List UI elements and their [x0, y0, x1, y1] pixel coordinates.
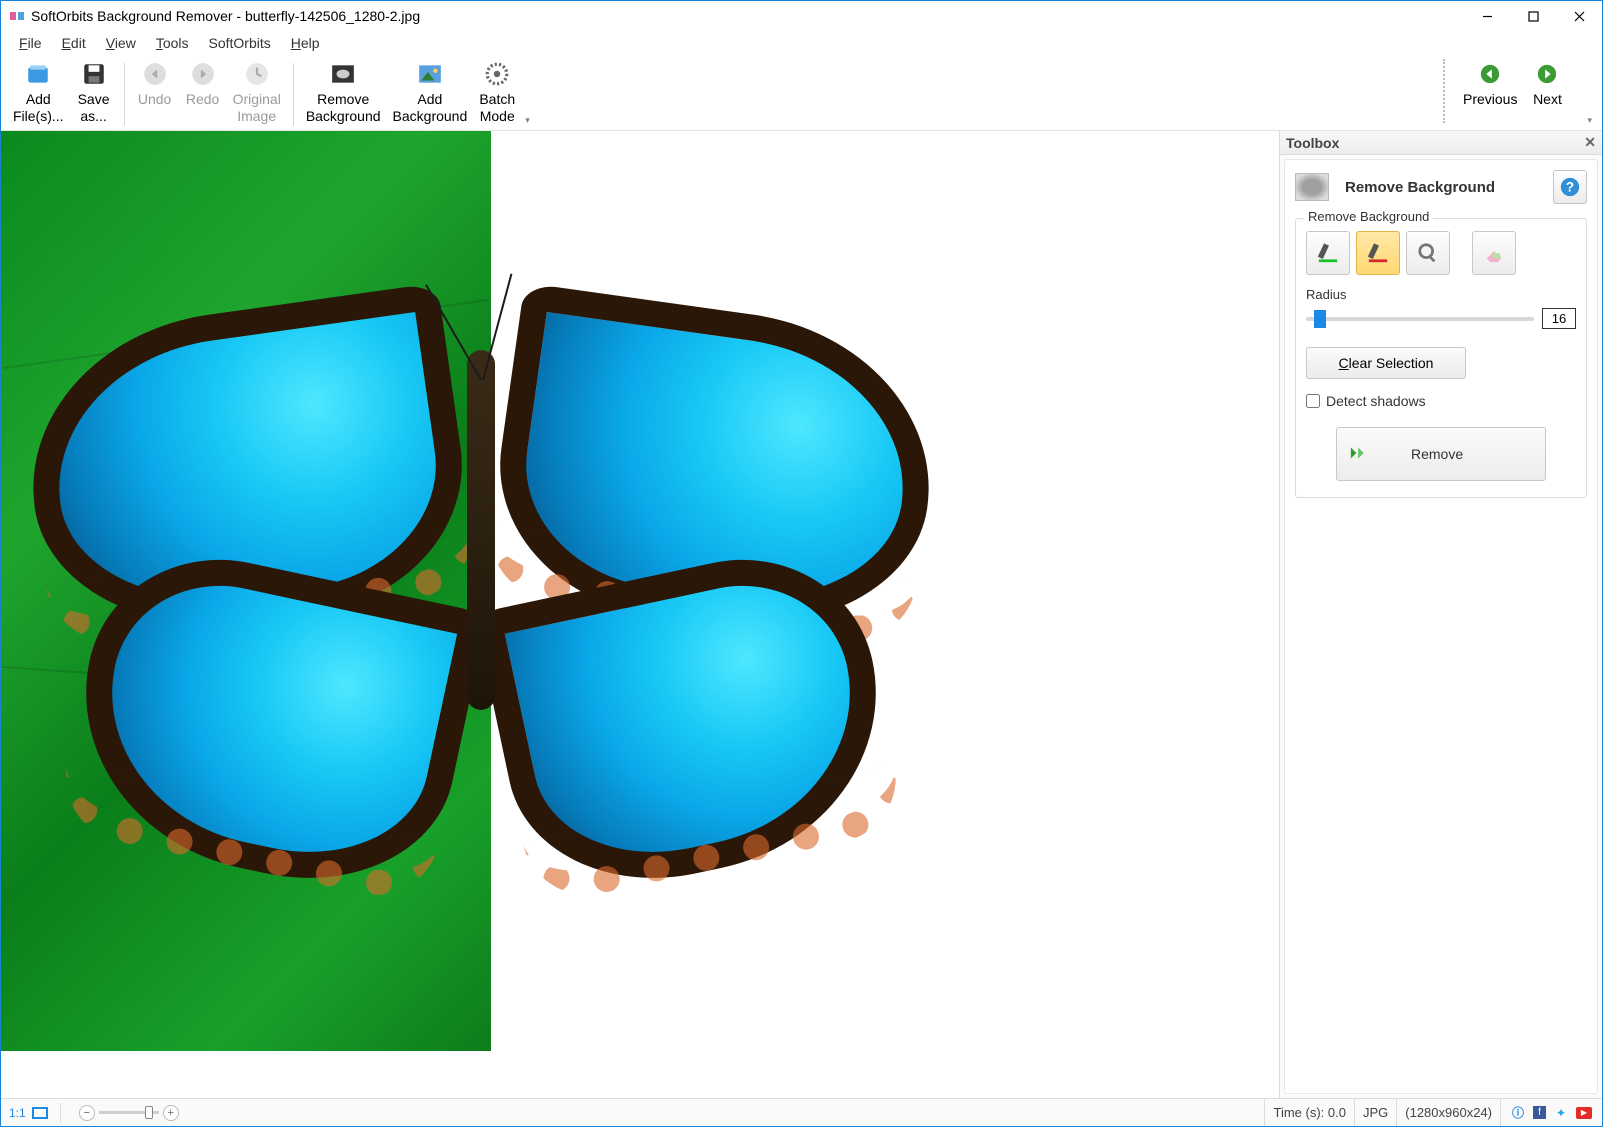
radius-input[interactable] — [1542, 308, 1576, 329]
toolbox-title: Toolbox — [1286, 135, 1339, 151]
next-button[interactable]: Next — [1523, 59, 1571, 110]
info-icon[interactable]: ⓘ — [1511, 1106, 1525, 1120]
facebook-icon[interactable]: f — [1533, 1106, 1546, 1119]
original-image-button[interactable]: Original Image — [227, 59, 287, 127]
fit-screen-icon[interactable] — [32, 1107, 48, 1119]
zoom-slider-thumb[interactable] — [145, 1106, 153, 1119]
save-as-label: Save as... — [78, 91, 110, 125]
menu-tools[interactable]: Tools — [146, 33, 199, 53]
zoom-slider[interactable] — [99, 1111, 159, 1114]
save-as-button[interactable]: Save as... — [70, 59, 118, 127]
add-files-icon — [25, 61, 51, 87]
toolbar-overflow-icon[interactable]: ▾ — [1583, 115, 1596, 126]
close-button[interactable] — [1556, 1, 1602, 31]
remove-background-icon — [330, 61, 356, 87]
main-area: Toolbox ✕ Remove Background ? Remove Bac… — [1, 131, 1602, 1098]
statusbar: 1:1 − + Time (s): 0.0 JPG (1280x960x24) … — [1, 1098, 1602, 1126]
detect-shadows-checkbox[interactable] — [1306, 394, 1320, 408]
next-icon — [1534, 61, 1560, 87]
canvas-area[interactable] — [1, 131, 1279, 1098]
previous-icon — [1477, 61, 1503, 87]
run-icon — [1349, 444, 1371, 465]
maximize-button[interactable] — [1510, 1, 1556, 31]
redo-label: Redo — [186, 91, 219, 108]
marker-green-tool[interactable] — [1306, 231, 1350, 275]
marker-red-tool[interactable] — [1356, 231, 1400, 275]
app-icon — [9, 8, 25, 24]
toolbar-separator — [1443, 59, 1445, 123]
add-files-label: Add File(s)... — [13, 91, 64, 125]
previous-button[interactable]: Previous — [1457, 59, 1523, 110]
redo-icon — [190, 61, 216, 87]
toolbar-separator — [293, 63, 294, 126]
status-format: JPG — [1354, 1099, 1396, 1126]
add-files-button[interactable]: Add File(s)... — [7, 59, 70, 127]
tool-title: Remove Background — [1339, 179, 1543, 196]
status-social: ⓘ f ✦ ▶ — [1500, 1099, 1602, 1126]
toolbox-close-button[interactable]: ✕ — [1584, 134, 1596, 151]
group-legend: Remove Background — [1304, 209, 1433, 224]
toolbox-panel: Toolbox ✕ Remove Background ? Remove Bac… — [1279, 131, 1602, 1098]
eraser-tool[interactable] — [1472, 231, 1516, 275]
lasso-tool[interactable] — [1406, 231, 1450, 275]
status-dimensions: (1280x960x24) — [1396, 1099, 1500, 1126]
youtube-icon[interactable]: ▶ — [1576, 1107, 1592, 1119]
detect-shadows-label: Detect shadows — [1326, 393, 1426, 409]
help-button[interactable]: ? — [1553, 170, 1587, 204]
image-subject-butterfly — [21, 271, 941, 931]
twitter-icon[interactable]: ✦ — [1554, 1106, 1568, 1120]
batch-mode-icon — [484, 61, 510, 87]
toolbar-overflow-icon[interactable]: ▾ — [521, 115, 534, 126]
previous-label: Previous — [1463, 91, 1517, 108]
remove-background-group: Remove Background Radius — [1295, 218, 1587, 498]
undo-button[interactable]: Undo — [131, 59, 179, 127]
toolbar-separator — [124, 63, 125, 126]
menu-softorbits[interactable]: SoftOrbits — [199, 33, 281, 53]
batch-mode-button[interactable]: Batch Mode — [473, 59, 521, 127]
remove-button-label: Remove — [1411, 446, 1463, 462]
menu-edit[interactable]: Edit — [52, 33, 96, 53]
tool-thumbnail-icon — [1295, 173, 1329, 201]
remove-button[interactable]: Remove — [1336, 427, 1546, 481]
menubar: File Edit View Tools SoftOrbits Help — [1, 31, 1602, 55]
redo-button[interactable]: Redo — [179, 59, 227, 127]
remove-background-label: Remove Background — [306, 91, 381, 125]
radius-slider-thumb[interactable] — [1314, 310, 1326, 328]
menu-file[interactable]: File — [9, 33, 52, 53]
menu-help[interactable]: Help — [281, 33, 330, 53]
undo-icon — [142, 61, 168, 87]
toolbar: Add File(s)... Save as... Undo Redo Orig… — [1, 55, 1602, 131]
status-time: Time (s): 0.0 — [1264, 1099, 1353, 1126]
zoom-out-button[interactable]: − — [79, 1105, 95, 1121]
next-label: Next — [1533, 91, 1562, 108]
window-title: SoftOrbits Background Remover - butterfl… — [31, 8, 1464, 24]
zoom-in-button[interactable]: + — [163, 1105, 179, 1121]
titlebar: SoftOrbits Background Remover - butterfl… — [1, 1, 1602, 31]
zoom-ratio-label[interactable]: 1:1 — [9, 1106, 26, 1120]
image-canvas[interactable] — [1, 131, 961, 1051]
undo-label: Undo — [138, 91, 171, 108]
menu-view[interactable]: View — [96, 33, 146, 53]
add-background-label: Add Background — [393, 91, 468, 125]
remove-background-button[interactable]: Remove Background — [300, 59, 387, 127]
radius-slider[interactable] — [1306, 317, 1534, 321]
radius-label: Radius — [1306, 287, 1576, 302]
svg-text:?: ? — [1566, 180, 1574, 195]
minimize-button[interactable] — [1464, 1, 1510, 31]
toolbox-header: Toolbox ✕ — [1280, 131, 1602, 155]
original-image-label: Original Image — [233, 91, 281, 125]
batch-mode-label: Batch Mode — [479, 91, 515, 125]
save-icon — [81, 61, 107, 87]
clear-selection-button[interactable]: Clear Selection — [1306, 347, 1466, 379]
original-image-icon — [244, 61, 270, 87]
zoom-control[interactable]: − + — [79, 1105, 179, 1121]
add-background-icon — [417, 61, 443, 87]
add-background-button[interactable]: Add Background — [387, 59, 474, 127]
